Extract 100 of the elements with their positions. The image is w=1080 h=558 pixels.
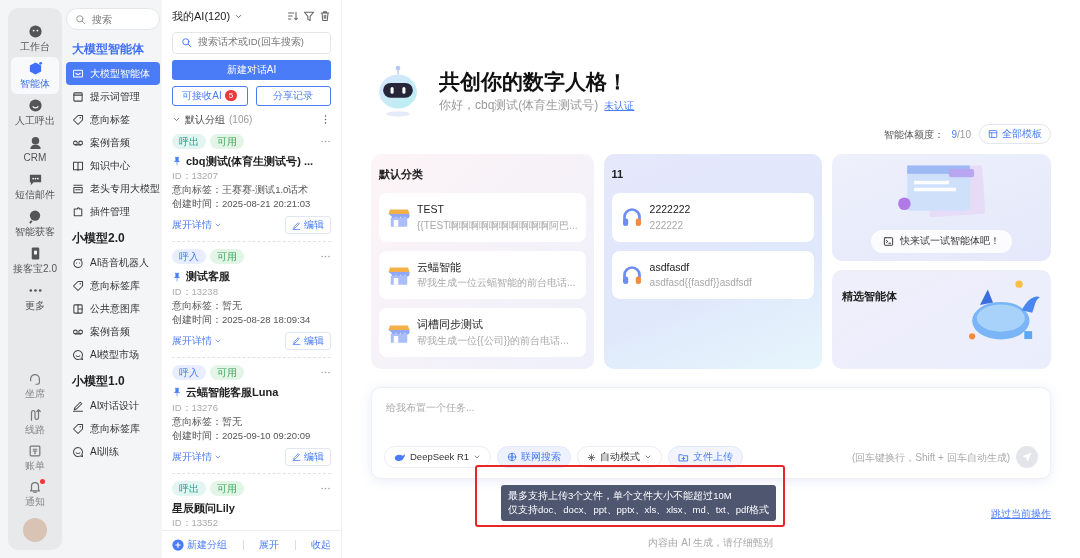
card-title: 星辰顾问Lily — [172, 500, 235, 516]
agent-item[interactable]: 2222222 222222 — [611, 192, 815, 242]
nav-item[interactable]: AI训练 — [66, 440, 160, 463]
whale-drawing — [969, 279, 1041, 340]
search-field[interactable]: 搜索话术或ID(回车搜索) — [172, 31, 331, 54]
tray-icon — [72, 182, 84, 195]
disclaimer-text: 内容由 AI 生成，请仔细甄别 — [648, 536, 774, 550]
pencil-icon — [72, 399, 84, 412]
edit-button[interactable]: 编辑 — [285, 216, 331, 235]
panel-icon — [72, 302, 84, 315]
nav-item[interactable]: 意向标签库 — [66, 274, 160, 297]
nav-item[interactable]: AI语音机器人 — [66, 251, 160, 274]
avatar[interactable] — [23, 518, 47, 542]
window-icon — [72, 90, 84, 103]
pencil-icon — [292, 452, 301, 462]
expand-all-button[interactable]: 展开 — [259, 537, 279, 552]
all-templates-button[interactable]: 全部模板 — [979, 124, 1051, 145]
new-ai-button[interactable]: 新建对话AI — [172, 59, 331, 80]
screen-icon — [72, 67, 84, 80]
expand-details-link[interactable]: 展开详情 — [172, 218, 222, 233]
layout-icon — [988, 129, 998, 140]
list-title-dropdown[interactable]: 我的AI(120) — [172, 8, 244, 25]
rail-item[interactable]: CRM — [11, 131, 59, 168]
rail-item[interactable]: 短信邮件 — [11, 168, 59, 205]
status-tag: 可用 — [210, 365, 244, 380]
rail-item[interactable]: 人工呼出 — [11, 94, 59, 131]
whale-icon — [394, 451, 406, 464]
quota-label: 智能体额度： — [883, 127, 944, 142]
id-text: ID：13238 — [172, 284, 219, 299]
edit-button[interactable]: 编辑 — [285, 331, 331, 350]
nav-item[interactable]: 案例音频 — [66, 320, 160, 343]
rail-item[interactable]: 接客宝2.0 — [11, 242, 59, 279]
tag-icon — [72, 422, 84, 435]
pencil-icon — [292, 336, 301, 346]
nav-item[interactable]: 知识中心 — [66, 154, 160, 177]
upload-tooltip: 最多支持上传3个文件，单个文件大小不能超过10M 仅支持doc、docx、ppt、pptx、xls、xlsx、md、txt、pdf格式 — [501, 485, 776, 522]
rail-item[interactable]: 智能体 — [11, 57, 59, 94]
page-title: 共创你的数字人格！ — [439, 69, 629, 95]
nav-item[interactable]: 提示词管理 — [66, 85, 160, 108]
book-icon — [72, 159, 84, 172]
nav-item[interactable]: 案例音频 — [66, 131, 160, 154]
rail-item[interactable]: 工作台 — [11, 20, 59, 57]
intent-label: 意向标签：暂无 — [172, 414, 243, 429]
nav-item[interactable]: AI对话设计 — [66, 394, 160, 417]
edit-button[interactable]: 编辑 — [285, 447, 331, 466]
agent-item[interactable]: TEST {{TEST啊啊啊啊啊啊啊啊啊啊阿巴... — [379, 192, 586, 242]
search-field[interactable]: 搜索 — [66, 8, 160, 30]
nav-item[interactable]: 意向标签库 — [66, 417, 160, 440]
agent-item[interactable]: asdfasdf asdfasd{{fasdf}}asdfsdf — [611, 250, 815, 300]
receive-ai-button[interactable]: 可接收AI 5 — [172, 85, 248, 106]
share-records-button[interactable]: 分享记录 — [255, 85, 331, 106]
tag-icon — [72, 113, 84, 126]
agent-name: TEST — [417, 201, 445, 217]
search-input[interactable]: 搜索 — [90, 10, 150, 28]
quota-used: 9 — [951, 127, 958, 142]
skip-link[interactable]: 跳过当前操作 — [991, 507, 1051, 522]
group-name: 默认分组 — [185, 112, 225, 127]
verify-link[interactable]: 未认证 — [604, 97, 635, 113]
rail-item[interactable]: 智能获客 — [11, 205, 59, 242]
status-tag: 可用 — [210, 249, 244, 265]
sparkle-icon — [587, 452, 597, 462]
new-group-button[interactable]: 新建分组 — [172, 537, 227, 552]
featured-card[interactable]: 精选智能体 — [832, 269, 1051, 369]
web-search-toggle[interactable]: 联网搜索 — [497, 446, 572, 469]
collapse-all-button[interactable]: 收起 — [311, 537, 331, 552]
card-title: 云蝠智能客服Luna — [186, 385, 279, 400]
search-icon — [181, 37, 192, 48]
created-time: 创建时间：2025-08-28 18:09:34 — [172, 312, 312, 327]
cube-icon — [27, 61, 43, 76]
agent-name: asdfasdf — [649, 259, 691, 275]
nav-item[interactable]: 大模型智能体 — [66, 62, 160, 85]
id-text: ID：13276 — [172, 400, 219, 415]
chat-bubble-icon — [27, 172, 43, 187]
card-title: cbq测试(体育生测试号) ... — [186, 153, 314, 169]
nav-item[interactable]: 意向标签 — [66, 108, 160, 131]
globe-icon — [507, 452, 518, 463]
status-tag: 呼出 — [172, 133, 206, 149]
expand-details-link[interactable]: 展开详情 — [172, 333, 222, 348]
agent-description: asdfasd{{fasdf}}asdfsdf — [649, 276, 752, 291]
trash-icon — [319, 10, 331, 23]
status-tag: 呼入 — [172, 365, 206, 380]
card-title: 测试客服 — [186, 269, 230, 285]
mode-dropdown[interactable]: 自动模式 — [577, 446, 663, 469]
smile-icon — [27, 98, 43, 113]
category-title: 默认分类 — [379, 167, 424, 183]
status-tag: 呼出 — [172, 480, 206, 496]
expand-details-link[interactable]: 展开详情 — [172, 449, 222, 464]
nav-item[interactable]: 插件管理 — [66, 200, 160, 223]
file-upload-button[interactable]: 文件上传 — [668, 446, 744, 469]
nav-item[interactable]: 老头专用大模型 — [66, 177, 160, 200]
rail-item[interactable]: 更多 — [11, 279, 59, 316]
status-tag: 可用 — [210, 133, 244, 149]
nav-item[interactable]: AI模型市场 — [66, 343, 160, 366]
try-agent-button[interactable]: 快来试一试智能体吧！ — [871, 230, 1013, 253]
nav-item[interactable]: 公共意图库 — [66, 297, 160, 320]
section-heading: 小模型2.0 — [71, 230, 126, 247]
model-dropdown[interactable]: DeepSeek R1 — [384, 446, 492, 469]
face-icon — [27, 24, 43, 39]
id-text: ID：13207 — [172, 169, 219, 183]
shortcut-hint: (回车键换行，Shift + 回车自动生成) — [851, 450, 1010, 465]
